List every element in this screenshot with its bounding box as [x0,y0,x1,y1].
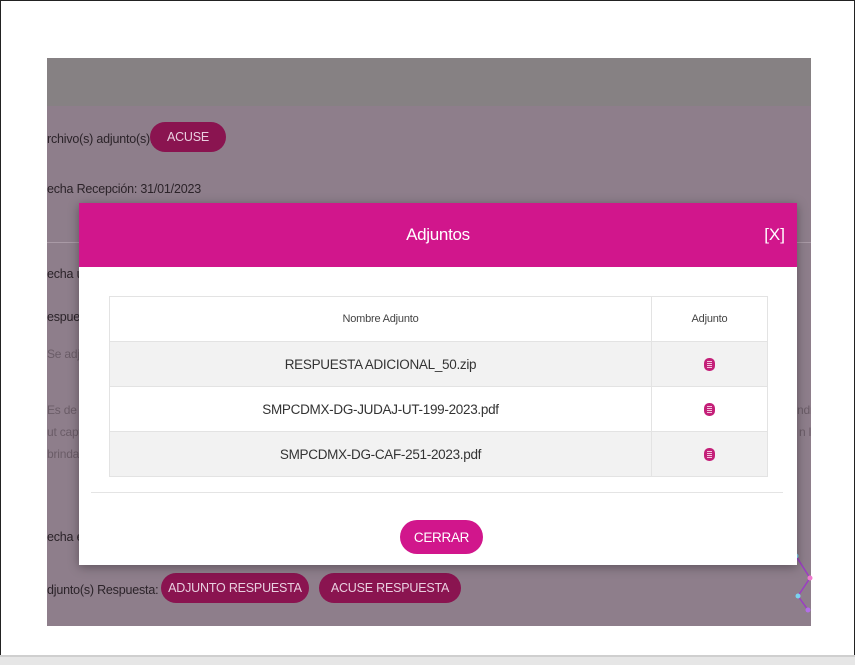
column-header-nombre-adjunto: Nombre Adjunto [110,297,652,341]
acuse-respuesta-button[interactable]: ACUSE RESPUESTA [319,573,461,603]
table-row: RESPUESTA ADICIONAL_50.zip [110,341,767,386]
file-download-icon[interactable] [704,402,715,416]
acuse-button[interactable]: ACUSE [150,122,226,152]
attachments-modal: Adjuntos [X] Nombre Adjunto Adjunto RESP… [79,203,797,565]
file-download-icon[interactable] [704,357,715,371]
decorative-network-icon [794,553,813,613]
attachments-label: rchivo(s) adjunto(s): [47,132,154,146]
attachments-table: Nombre Adjunto Adjunto RESPUESTA ADICION… [109,296,768,477]
partial-text-brinda: brinda [47,447,80,461]
partial-text-capt: ut capt [47,425,82,439]
adjunto-respuesta-button[interactable]: ADJUNTO RESPUESTA [161,573,309,603]
modal-close-button[interactable]: [X] [764,225,785,245]
attachment-name: RESPUESTA ADICIONAL_50.zip [110,342,652,386]
bottom-bar [0,655,855,665]
background-header [47,58,811,106]
modal-title: Adjuntos [406,225,470,244]
table-row: SMPCDMX-DG-JUDAJ-UT-199-2023.pdf [110,386,767,431]
partial-text-right-2: n la [799,425,811,439]
attachment-name: SMPCDMX-DG-JUDAJ-UT-199-2023.pdf [110,387,652,431]
partial-text-right-1: ndrá [797,403,811,417]
column-header-adjunto: Adjunto [691,313,728,325]
table-row: SMPCDMX-DG-CAF-251-2023.pdf [110,431,767,476]
modal-header: Adjuntos [X] [79,203,797,267]
reception-date: echa Recepción: 31/01/2023 [47,182,201,196]
response-attachments-label: djunto(s) Respuesta: [47,583,159,597]
cerrar-button[interactable]: CERRAR [400,520,483,554]
file-download-icon[interactable] [704,447,715,461]
attachment-name: SMPCDMX-DG-CAF-251-2023.pdf [110,432,652,476]
modal-divider [91,492,783,493]
table-header-row: Nombre Adjunto Adjunto [110,297,767,341]
